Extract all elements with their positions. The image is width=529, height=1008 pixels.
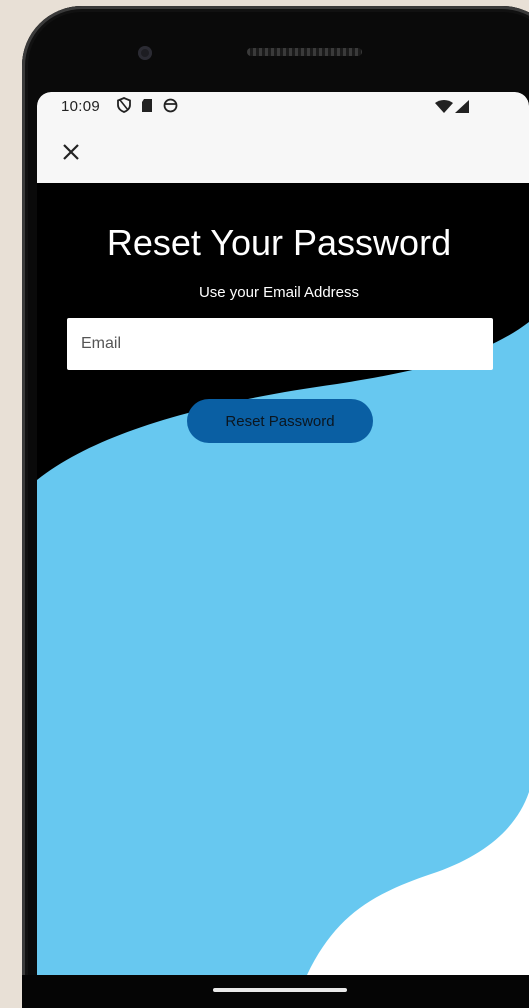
front-camera: [138, 46, 152, 60]
reset-password-button[interactable]: Reset Password: [187, 399, 373, 443]
status-icons: [117, 97, 178, 118]
device-stage: 10:09 Reset Your Password Use your Email…: [0, 0, 529, 1008]
signal-icon: [455, 100, 469, 118]
status-right-icons: [435, 100, 469, 118]
wifi-icon: [435, 100, 453, 118]
page-subtitle: Use your Email Address: [198, 284, 360, 301]
home-indicator[interactable]: [213, 988, 347, 992]
face-icon: [163, 98, 178, 118]
app-bar: 10:09: [37, 92, 529, 183]
earpiece-speaker: [247, 48, 362, 56]
close-icon: [63, 144, 79, 160]
email-input[interactable]: [67, 318, 493, 370]
sd-card-icon: [141, 98, 153, 118]
close-button[interactable]: [59, 140, 83, 164]
status-time: 10:09: [61, 98, 101, 115]
page-title: Reset Your Password: [106, 222, 452, 263]
shield-icon: [117, 97, 131, 118]
phone-screen: 10:09 Reset Your Password Use your Email…: [37, 92, 529, 975]
